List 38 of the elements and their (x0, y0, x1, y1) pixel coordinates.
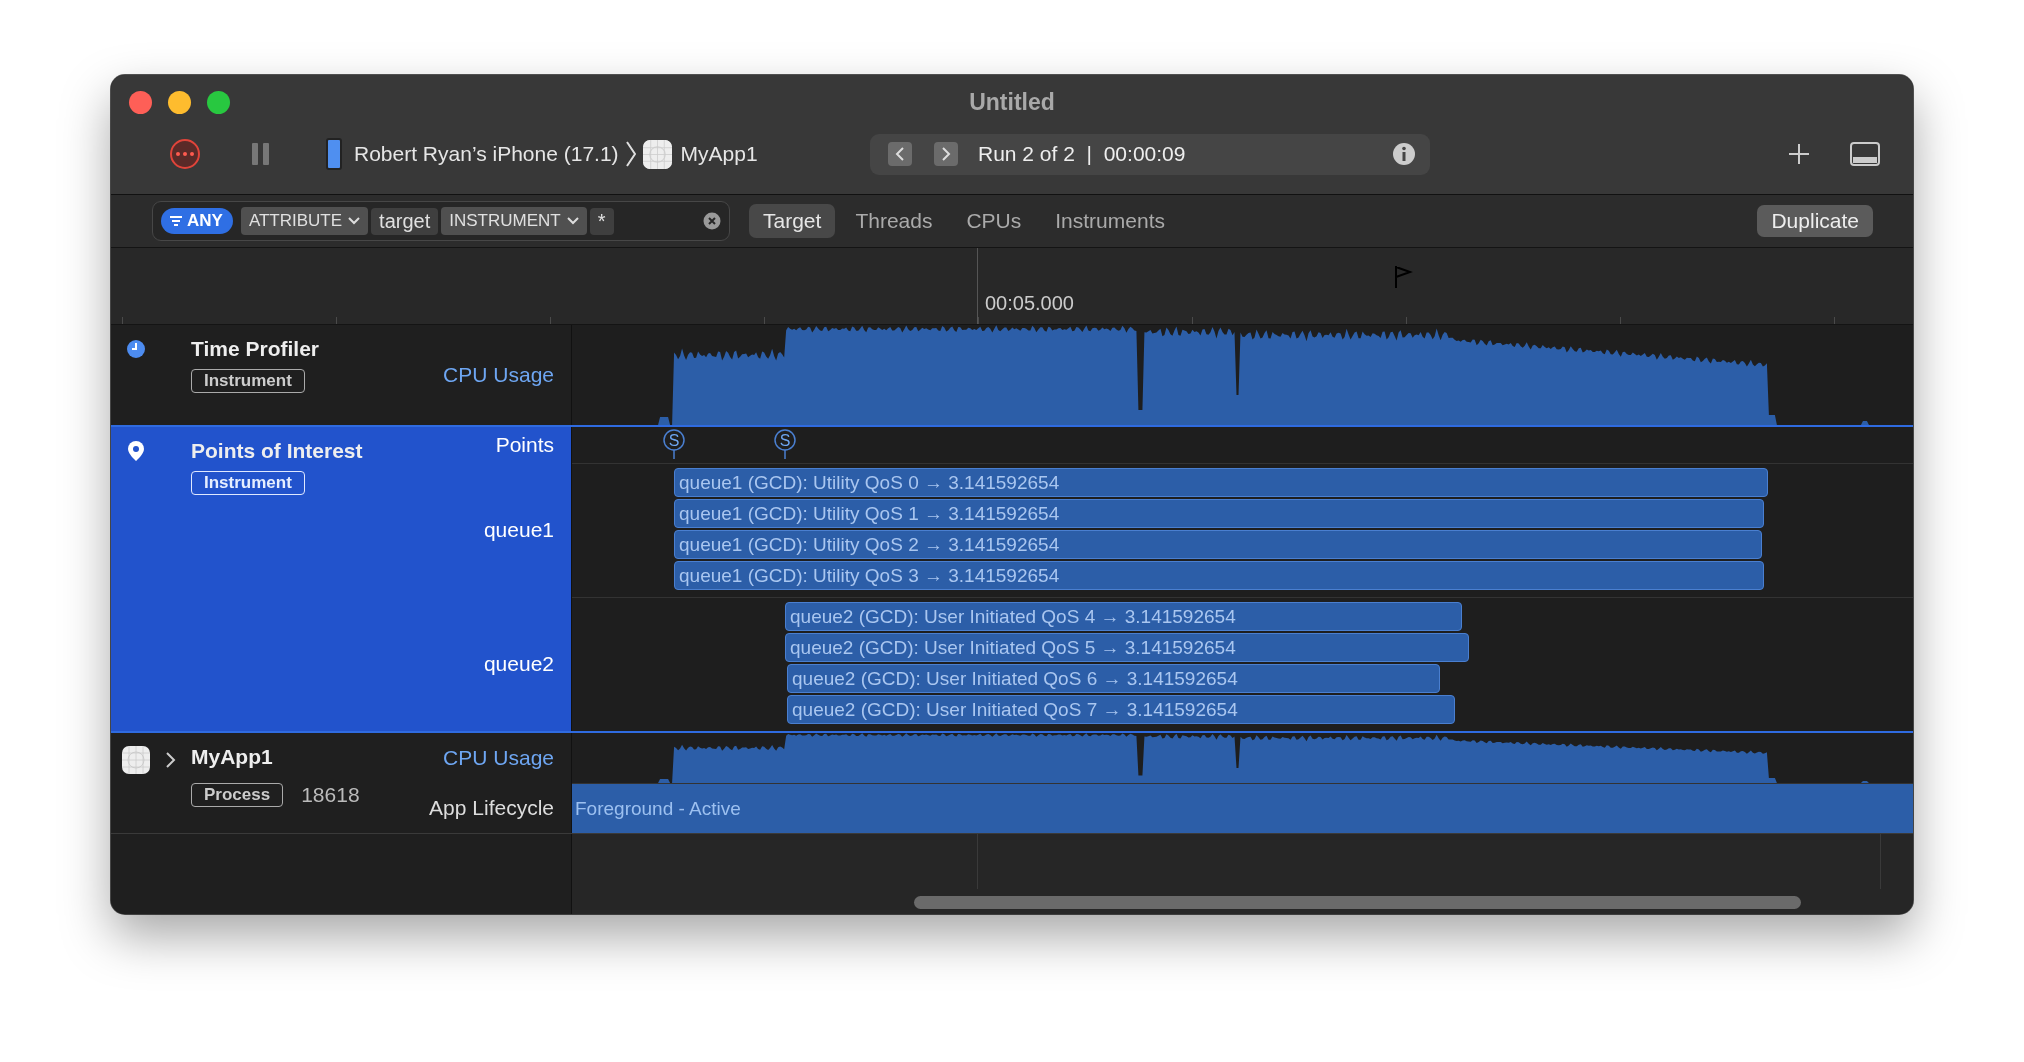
track-name: Points of Interest (191, 439, 364, 463)
lane-label: queue1 (483, 518, 554, 542)
scope-tab[interactable]: Target (749, 204, 836, 238)
filter-token[interactable]: ATTRIBUTE (240, 207, 369, 235)
run-info: Run 2 of 2 | 00:00:09 (978, 142, 1187, 166)
track-type-tag: Process (191, 783, 284, 807)
lane-label: Points (495, 433, 554, 457)
track-name: Time Profiler (191, 337, 320, 361)
filter-field[interactable]: ANY ATTRIBUTE target INSTRUMENT * (152, 201, 730, 241)
filter-token[interactable]: INSTRUMENT (441, 207, 587, 235)
interval-bar[interactable]: queue2 (GCD): User Initiated QoS 4 → 3.141592654 (785, 602, 1462, 631)
lane-label: CPU Usage (443, 363, 554, 387)
lane-label: CPU Usage (443, 746, 554, 770)
interval-bar[interactable]: queue2 (GCD): User Initiated QoS 6 → 3.141592654 (787, 664, 1440, 693)
window-title: Untitled (968, 89, 1056, 116)
filter-token[interactable]: * (589, 207, 614, 235)
lane-label: App Lifecycle (429, 796, 554, 820)
scope-tab[interactable]: Instruments (1041, 204, 1179, 238)
interval-bar[interactable]: queue2 (GCD): User Initiated QoS 5 → 3.141592654 (785, 633, 1469, 662)
interval-bar[interactable]: queue1 (GCD): Utility QoS 3 → 3.141592654 (674, 561, 1764, 590)
process-id: 18618 (301, 783, 360, 807)
filter-token[interactable]: target (371, 207, 439, 235)
track-name: MyApp1 (191, 745, 274, 770)
duplicate-button[interactable]: Duplicate (1757, 205, 1873, 237)
interval-bar[interactable]: queue2 (GCD): User Initiated QoS 7 → 3.141592654 (787, 695, 1455, 724)
scope-tab[interactable]: CPUs (952, 204, 1036, 238)
target-selector[interactable]: MyApp1 (680, 142, 758, 166)
interval-bar[interactable]: queue1 (GCD): Utility QoS 1 → 3.141592654 (674, 499, 1764, 528)
track-type-tag: Instrument (191, 471, 305, 495)
match-mode-button[interactable]: ANY (161, 208, 233, 234)
track-type-tag: Instrument (191, 369, 305, 393)
interval-bar[interactable]: queue1 (GCD): Utility QoS 0 → 3.141592654 (674, 468, 1768, 497)
lifecycle-band[interactable]: Foreground - Active (572, 784, 1913, 833)
device-selector[interactable]: Robert Ryan’s iPhone (17.1) (354, 142, 619, 166)
interval-bar[interactable]: queue1 (GCD): Utility QoS 2 → 3.141592654 (674, 530, 1762, 559)
time-label: 00:05.000 (985, 292, 1074, 315)
scope-tab[interactable]: Threads (841, 204, 947, 238)
lane-label: queue2 (483, 652, 554, 676)
